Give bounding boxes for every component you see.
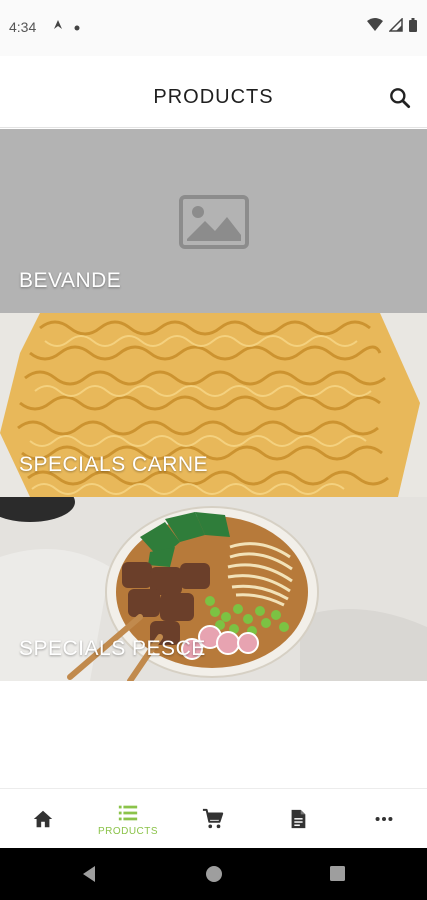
system-nav-bar xyxy=(0,848,427,900)
category-specials-carne[interactable]: SPECIALS CARNE xyxy=(0,313,427,497)
category-label: SPECIALS CARNE xyxy=(19,453,209,476)
navigation-icon xyxy=(52,18,64,36)
more-icon xyxy=(375,816,393,822)
page-title: PRODUCTS xyxy=(153,86,274,108)
category-bevande[interactable]: BEVANDE xyxy=(0,129,427,313)
nav-products[interactable]: PRODUCTS xyxy=(88,789,168,849)
cart-icon xyxy=(202,808,224,829)
nav-orders[interactable] xyxy=(258,789,338,849)
recents-icon[interactable] xyxy=(329,865,346,887)
category-specials-pesce[interactable]: SPECIALS PESCE xyxy=(0,497,427,681)
category-label: SPECIALS PESCE xyxy=(19,637,206,660)
battery-icon xyxy=(409,18,417,37)
signal-icon xyxy=(388,17,403,37)
bottom-nav: PRODUCTS xyxy=(0,788,427,848)
home-icon xyxy=(33,810,53,828)
nav-home[interactable] xyxy=(3,789,83,849)
category-label: BEVANDE xyxy=(19,269,122,292)
search-button[interactable] xyxy=(387,85,413,111)
dot-icon xyxy=(74,18,80,36)
nav-products-label: PRODUCTS xyxy=(97,825,159,837)
status-bar: 4:34 xyxy=(0,0,427,56)
wifi-icon xyxy=(367,18,383,37)
search-icon xyxy=(390,88,411,109)
nav-cart[interactable] xyxy=(173,789,253,849)
image-placeholder-icon xyxy=(179,195,249,249)
app-bar: PRODUCTS xyxy=(0,56,427,128)
nav-more[interactable] xyxy=(344,789,424,849)
list-icon xyxy=(118,805,138,820)
home-circle-icon[interactable] xyxy=(205,865,223,888)
status-time: 4:34 xyxy=(9,19,37,35)
document-icon xyxy=(291,809,306,829)
back-icon[interactable] xyxy=(81,865,97,888)
